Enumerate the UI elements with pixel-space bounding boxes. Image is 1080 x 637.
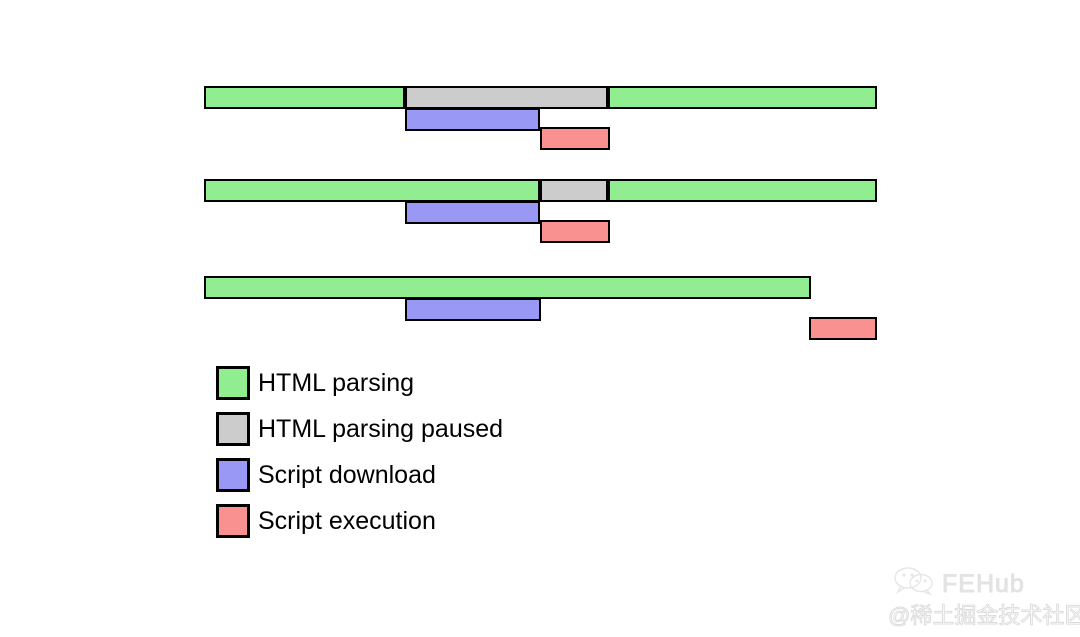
watermark: FEHub @稀土掘金技术社区 [887,567,1080,629]
timeline-diagram: HTML parsing HTML parsing paused Script do… [0,0,1080,637]
bar-html-parsing-paused [405,86,608,109]
legend-swatch-green [216,366,250,400]
bar-html-parsing [204,179,540,202]
bar-script-download [405,298,541,321]
legend-swatch-red [216,504,250,538]
legend-label: HTML parsing [258,369,415,397]
watermark-brand-row: FEHub [894,567,1025,600]
bar-html-parsing-paused [540,179,608,202]
legend-label: Script download [258,461,436,489]
bar-script-download [405,201,540,224]
legend-swatch-blue [216,458,250,492]
bar-html-parsing [608,86,877,109]
legend-swatch-gray [216,412,250,446]
watermark-handle: @稀土掘金技术社区 [887,603,1080,629]
watermark-brand-text: FEHub [942,569,1025,598]
legend-label: Script execution [258,507,436,535]
bar-script-execution [540,220,610,243]
bar-script-execution [540,127,610,150]
bar-html-parsing [608,179,877,202]
bar-html-parsing [204,276,811,299]
bar-script-execution [809,317,877,340]
wechat-icon [894,567,938,600]
bar-html-parsing [204,86,405,109]
bar-script-download [405,108,540,131]
legend-label: HTML parsing paused [258,415,504,443]
